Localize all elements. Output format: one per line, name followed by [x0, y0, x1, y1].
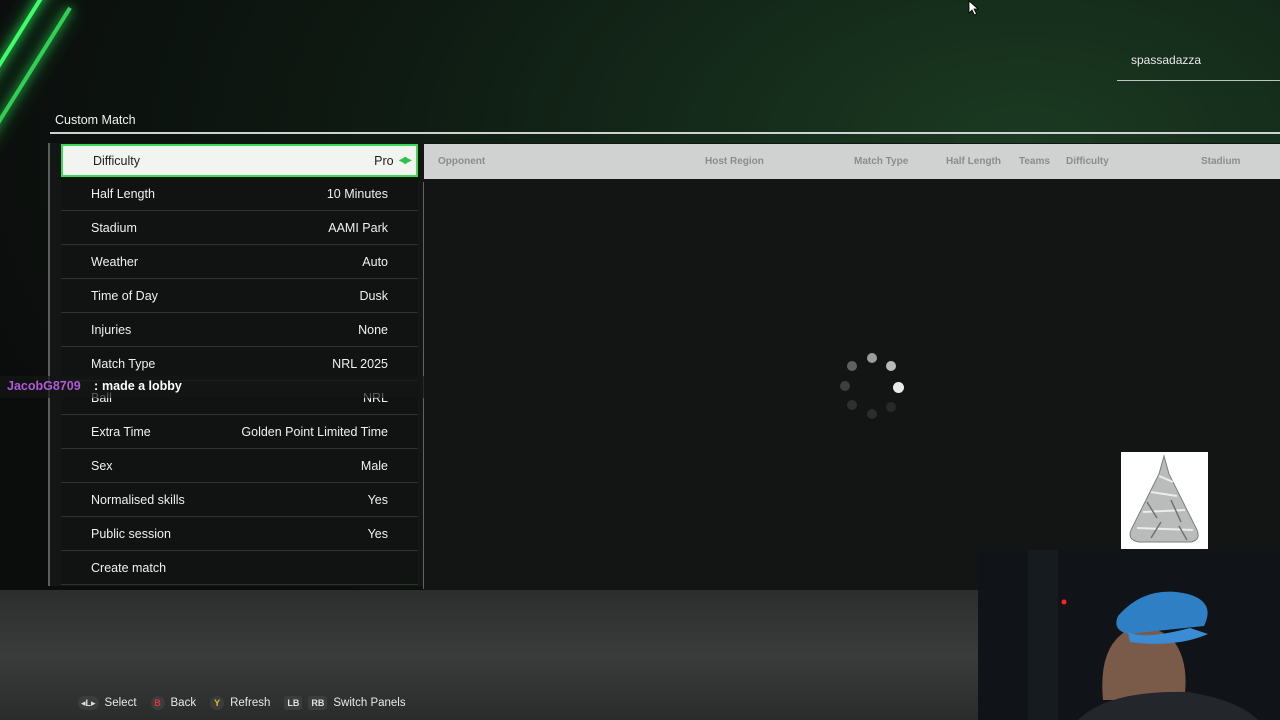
- column-half-length[interactable]: Half Length: [946, 156, 1001, 167]
- hint-label: Select: [104, 697, 137, 709]
- option-half-length[interactable]: Half Length 10 Minutes: [61, 178, 418, 211]
- option-value: Golden Point Limited Time: [241, 425, 388, 439]
- option-label: Injuries: [91, 323, 132, 337]
- webcam-feed-image: [978, 550, 1280, 720]
- chat-separator: :: [94, 379, 99, 393]
- column-difficulty[interactable]: Difficulty: [1066, 156, 1109, 167]
- hint-back[interactable]: B Back: [150, 696, 197, 710]
- hint-label: Switch Panels: [333, 697, 406, 709]
- chat-username: JacobG8709: [7, 379, 81, 393]
- lb-button-icon: LB: [284, 696, 303, 710]
- option-difficulty[interactable]: Difficulty Pro ◀▶: [61, 144, 418, 177]
- neon-stripe: [0, 0, 62, 114]
- chat-message: made a lobby: [102, 379, 182, 393]
- hint-label: Refresh: [230, 697, 271, 709]
- option-time-of-day[interactable]: Time of Day Dusk: [61, 280, 418, 313]
- option-label: Difficulty: [93, 153, 141, 168]
- option-value: Pro: [374, 153, 394, 168]
- option-public-session[interactable]: Public session Yes: [61, 518, 418, 551]
- option-value: Yes: [367, 493, 388, 507]
- option-weather[interactable]: Weather Auto: [61, 246, 418, 279]
- left-right-arrows-icon[interactable]: ◀▶: [399, 155, 412, 166]
- column-host-region[interactable]: Host Region: [705, 156, 764, 167]
- hint-switch-panels[interactable]: LB RB Switch Panels: [284, 696, 406, 710]
- option-value: Male: [360, 459, 388, 473]
- option-value: None: [358, 323, 388, 337]
- profile-tag: spassadazza: [1117, 44, 1280, 81]
- option-value: Yes: [367, 527, 388, 541]
- option-label: Half Length: [91, 187, 155, 201]
- option-value: AAMI Park: [328, 221, 388, 235]
- rb-button-icon: RB: [308, 696, 328, 710]
- option-injuries[interactable]: Injuries None: [61, 314, 418, 347]
- controller-hints: ◂L▸ Select B Back Y Refresh LB RB Switch…: [78, 696, 406, 710]
- lobby-table-header: Opponent Host Region Match Type Half Len…: [424, 144, 1280, 179]
- option-label: Time of Day: [91, 289, 158, 303]
- option-label: Extra Time: [91, 425, 151, 439]
- hint-refresh[interactable]: Y Refresh: [210, 696, 270, 710]
- username: spassadazza: [1131, 53, 1202, 67]
- column-stadium[interactable]: Stadium: [1201, 156, 1240, 167]
- option-value: NRL 2025: [332, 357, 388, 371]
- hint-select[interactable]: ◂L▸ Select: [78, 696, 137, 710]
- column-opponent[interactable]: Opponent: [438, 156, 485, 167]
- hint-label: Back: [170, 697, 197, 709]
- create-match-button[interactable]: Create match: [61, 552, 418, 585]
- b-button-icon: B: [150, 696, 165, 710]
- column-teams[interactable]: Teams: [1019, 156, 1050, 167]
- page-title: Custom Match: [55, 113, 136, 127]
- option-value: 10 Minutes: [326, 187, 388, 201]
- option-value: Auto: [362, 255, 388, 269]
- left-stick-icon: ◂L▸: [78, 696, 99, 710]
- option-sex[interactable]: Sex Male: [61, 450, 418, 483]
- option-label: Weather: [91, 255, 139, 269]
- loading-spinner-icon: [838, 352, 908, 422]
- mouse-cursor-icon: [968, 0, 980, 16]
- option-label: Stadium: [91, 221, 137, 235]
- title-divider: [50, 132, 1280, 134]
- option-label: Public session: [91, 527, 171, 541]
- column-match-type[interactable]: Match Type: [854, 156, 908, 167]
- y-button-icon: Y: [210, 696, 225, 710]
- option-stadium[interactable]: Stadium AAMI Park: [61, 212, 418, 245]
- option-label: Normalised skills: [91, 493, 185, 507]
- option-label: Sex: [91, 459, 113, 473]
- option-value: Dusk: [359, 289, 388, 303]
- tinfoil-hat-image: [1121, 452, 1208, 549]
- option-label: Create match: [91, 561, 167, 575]
- option-normalised-skills[interactable]: Normalised skills Yes: [61, 484, 418, 517]
- option-extra-time[interactable]: Extra Time Golden Point Limited Time: [61, 416, 418, 449]
- option-label: Match Type: [91, 357, 156, 371]
